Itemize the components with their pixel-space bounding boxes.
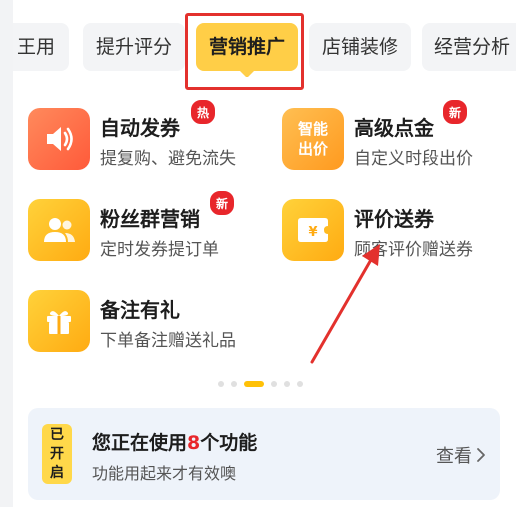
feature-title: 备注有礼: [100, 298, 180, 322]
tab-improve-rating[interactable]: 提升评分: [83, 23, 185, 71]
view-label: 查看: [436, 446, 472, 467]
category-tabs: 王用 提升评分 营销推广 店铺装修 经营分析: [13, 23, 516, 77]
tab-label: 营销推广: [208, 36, 285, 58]
active-features-card: 已 开 启 您正在使用8个功能 功能用起来才有效噢 查看: [28, 408, 500, 500]
tag-char: 开: [50, 445, 64, 462]
tag-char: 已: [50, 426, 64, 443]
feature-note-gift[interactable]: 备注有礼 下单备注赠送礼品: [28, 290, 258, 354]
view-button[interactable]: 查看: [436, 442, 486, 468]
feature-subtitle: 下单备注赠送礼品: [100, 331, 236, 351]
feature-fan-group-marketing[interactable]: 粉丝群营销 新 定时发券提订单: [28, 189, 258, 263]
feature-subtitle: 提复购、避免流失: [100, 149, 236, 169]
new-badge: 新: [208, 189, 236, 217]
tab-label: 经营分析: [434, 36, 511, 58]
tab-label: 王用: [16, 36, 55, 58]
left-panel-edge: [0, 0, 13, 507]
feature-subtitle: 自定义时段出价: [354, 149, 473, 169]
tag-char: 启: [50, 464, 64, 481]
icon-label: 智能出价: [297, 120, 328, 158]
title-suffix: 个功能: [200, 432, 258, 454]
pagination-dot[interactable]: [284, 381, 290, 387]
pagination-dot[interactable]: [297, 381, 303, 387]
svg-text:¥: ¥: [308, 225, 317, 240]
active-features-subtitle: 功能用起来才有效噢: [92, 464, 237, 483]
tab-partial-left[interactable]: 王用: [13, 23, 69, 71]
pagination-dot[interactable]: [231, 381, 237, 387]
feature-auto-coupon[interactable]: 自动发券 热 提复购、避免流失: [28, 98, 258, 172]
smart-bid-icon: 智能出价: [282, 108, 344, 170]
group-icon: [28, 199, 90, 261]
annotation-arrow: [310, 244, 380, 364]
new-badge: 新: [441, 98, 469, 126]
gift-icon: [28, 290, 90, 352]
feature-subtitle: 定时发券提订单: [100, 240, 219, 260]
feature-title: 高级点金: [354, 116, 434, 140]
title-prefix: 您正在使用: [92, 432, 188, 454]
feature-advanced-bidding[interactable]: 智能出价 高级点金 新 自定义时段出价: [282, 98, 512, 172]
tab-label: 提升评分: [95, 36, 172, 58]
hot-badge: 热: [189, 98, 217, 126]
carousel-pagination: [218, 380, 303, 388]
speaker-icon: [28, 108, 90, 170]
active-features-title: 您正在使用8个功能: [92, 428, 257, 455]
tab-business-analysis[interactable]: 经营分析: [422, 23, 516, 71]
chevron-right-icon: [477, 448, 485, 462]
tab-marketing-promotion[interactable]: 营销推广: [196, 23, 298, 77]
feature-title: 粉丝群营销: [100, 207, 200, 231]
pagination-dot-active[interactable]: [244, 381, 264, 387]
feature-title: 自动发券: [100, 116, 180, 140]
feature-title: 评价送券: [354, 207, 434, 231]
enabled-status-tag: 已 开 启: [42, 424, 72, 484]
pagination-dot[interactable]: [271, 381, 277, 387]
tab-store-decoration[interactable]: 店铺装修: [309, 23, 411, 71]
tab-label: 店铺装修: [321, 36, 398, 58]
pagination-dot[interactable]: [218, 381, 224, 387]
feature-count: 8: [187, 432, 201, 454]
